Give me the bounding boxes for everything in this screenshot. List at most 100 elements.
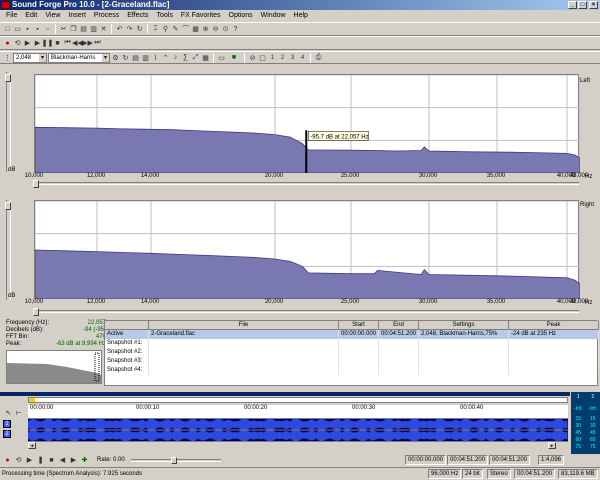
- rewind-icon[interactable]: ◀◀: [72, 39, 83, 48]
- play-icon[interactable]: ▶: [33, 39, 42, 48]
- time-ruler[interactable]: 00:00:00 00:00:10 00:00:20 00:00:30 00:0…: [28, 405, 568, 419]
- stats-icon[interactable]: ∑: [181, 53, 190, 62]
- edit-tool-icon[interactable]: ⌶: [151, 25, 160, 34]
- fit-icon[interactable]: ⤢: [191, 53, 200, 62]
- trim-icon[interactable]: ✕: [99, 25, 108, 34]
- close-button[interactable]: ×: [589, 1, 598, 9]
- pencil-tool-icon[interactable]: ✎: [171, 25, 180, 34]
- menu-effects[interactable]: Effects: [123, 10, 152, 22]
- table-row[interactable]: Snapshot #2:: [105, 348, 599, 357]
- waveform-display[interactable]: [27, 418, 568, 442]
- settings-icon[interactable]: ⚙: [111, 53, 120, 62]
- table-row[interactable]: Active 2-Graceland.flac 00:00:00.000 00:04:…: [105, 330, 599, 339]
- cut-icon[interactable]: ✂: [59, 25, 68, 34]
- menu-insert[interactable]: Insert: [64, 10, 90, 22]
- rate-slider-thumb[interactable]: [170, 456, 177, 464]
- magnify-tool-icon[interactable]: ⚲: [161, 25, 170, 34]
- no-snapshot-icon[interactable]: ⊘: [248, 53, 257, 62]
- refresh-icon[interactable]: ↻: [121, 53, 130, 62]
- table-row[interactable]: Snapshot #3:: [105, 357, 599, 366]
- horizontal-scrollbar[interactable]: ◂ ▸: [28, 441, 568, 449]
- help-icon[interactable]: ?: [231, 25, 240, 34]
- play-all-icon[interactable]: ▶: [23, 39, 32, 48]
- forward-icon[interactable]: ▶▶: [82, 39, 93, 48]
- go-end-icon[interactable]: ⏭: [93, 39, 102, 48]
- marker-icon[interactable]: ⊢: [14, 408, 23, 417]
- plus-icon[interactable]: ✚: [80, 456, 89, 465]
- event-tool-icon[interactable]: ▦: [191, 25, 200, 34]
- app-icon[interactable]: [1, 1, 10, 9]
- sonogram-icon[interactable]: ▥: [141, 53, 150, 62]
- stop-small-icon[interactable]: ■: [47, 456, 56, 465]
- snapshot-3-button[interactable]: 3: [288, 53, 297, 62]
- envelope-tool-icon[interactable]: ⌒: [181, 25, 190, 34]
- rate-slider[interactable]: [130, 456, 221, 464]
- scroll-right-icon[interactable]: ▸: [548, 442, 556, 449]
- table-row[interactable]: Snapshot #1:: [105, 339, 599, 348]
- record-icon[interactable]: ●: [3, 39, 12, 48]
- top-db-slider[interactable]: [6, 72, 11, 172]
- snapshot-4-button[interactable]: 4: [298, 53, 307, 62]
- chart-line-icon[interactable]: ⌇: [151, 53, 160, 62]
- mix-icon[interactable]: ▥: [89, 25, 98, 34]
- new-file-icon[interactable]: □: [3, 25, 12, 34]
- record-small-icon[interactable]: ●: [3, 456, 12, 465]
- render-icon[interactable]: ▫: [43, 25, 52, 34]
- overview-bar[interactable]: [28, 397, 568, 403]
- bottom-db-slider[interactable]: [6, 200, 11, 300]
- save-all-icon[interactable]: ▪: [33, 25, 42, 34]
- menu-file[interactable]: File: [2, 10, 21, 22]
- notes-icon[interactable]: ♪: [171, 53, 180, 62]
- grid-icon[interactable]: ▦: [201, 53, 210, 62]
- zoom-normal-icon[interactable]: ⊙: [221, 25, 230, 34]
- paste-icon[interactable]: ▤: [79, 25, 88, 34]
- col-header-blank[interactable]: [105, 321, 149, 330]
- peak-icon[interactable]: ⌃: [161, 53, 170, 62]
- loop-small-icon[interactable]: ⟲: [14, 456, 23, 465]
- save-icon[interactable]: ▪: [23, 25, 32, 34]
- zoom-slider-top[interactable]: [34, 182, 579, 185]
- window-type-select[interactable]: Blackman-Harris: [48, 52, 110, 63]
- zoom-slider-bottom-thumb[interactable]: [33, 308, 39, 316]
- graph-icon[interactable]: ▤: [131, 53, 140, 62]
- zoom-out-icon[interactable]: ⊖: [211, 25, 220, 34]
- loop-icon[interactable]: ⟲: [13, 39, 22, 48]
- menu-options[interactable]: Options: [225, 10, 257, 22]
- prev-small-icon[interactable]: ◀: [58, 456, 67, 465]
- display-icon[interactable]: ▭: [217, 53, 226, 62]
- menu-help[interactable]: Help: [290, 10, 312, 22]
- table-row[interactable]: Snapshot #4:: [105, 366, 599, 375]
- copy-icon[interactable]: ❐: [69, 25, 78, 34]
- scroll-left-icon[interactable]: ◂: [28, 442, 36, 449]
- top-db-slider-thumb[interactable]: [5, 74, 11, 82]
- open-folder-icon[interactable]: ▭: [13, 25, 22, 34]
- snapshot-1-button[interactable]: 1: [268, 53, 277, 62]
- snapshot-2-button[interactable]: 2: [278, 53, 287, 62]
- bottom-db-slider-thumb[interactable]: [5, 202, 11, 210]
- menu-window[interactable]: Window: [257, 10, 290, 22]
- zoom-in-icon[interactable]: ⊕: [201, 25, 210, 34]
- spectrum-plot-left[interactable]: -95.7 dB at 22,057 Hz: [34, 74, 580, 173]
- snapshot-icon[interactable]: ▢: [258, 53, 267, 62]
- next-small-icon[interactable]: ▶: [69, 456, 78, 465]
- menu-tools[interactable]: Tools: [152, 10, 176, 22]
- pointer-icon[interactable]: ↖: [4, 408, 13, 417]
- zoom-slider-top-thumb[interactable]: [33, 180, 39, 188]
- spectrum-plot-right[interactable]: [34, 200, 580, 299]
- play-small-icon[interactable]: ▶: [25, 456, 34, 465]
- spectrum-overview[interactable]: [6, 350, 102, 384]
- stop-icon[interactable]: ■: [53, 39, 62, 48]
- col-header-settings[interactable]: Settings: [419, 321, 509, 330]
- undo-icon[interactable]: ↶: [115, 25, 124, 34]
- color-icon[interactable]: ■: [227, 53, 241, 62]
- fft-size-select[interactable]: 2,048: [13, 52, 47, 63]
- col-header-start[interactable]: Start: [339, 321, 379, 330]
- pause-small-icon[interactable]: ❚: [36, 456, 45, 465]
- print-icon[interactable]: ⎙: [314, 53, 323, 62]
- col-header-file[interactable]: File: [149, 321, 339, 330]
- pause-icon[interactable]: ❚❚: [42, 39, 54, 48]
- maximize-button[interactable]: □: [578, 1, 587, 9]
- col-header-peak[interactable]: Peak: [509, 321, 599, 330]
- menu-edit[interactable]: Edit: [21, 10, 41, 22]
- col-header-end[interactable]: End: [379, 321, 419, 330]
